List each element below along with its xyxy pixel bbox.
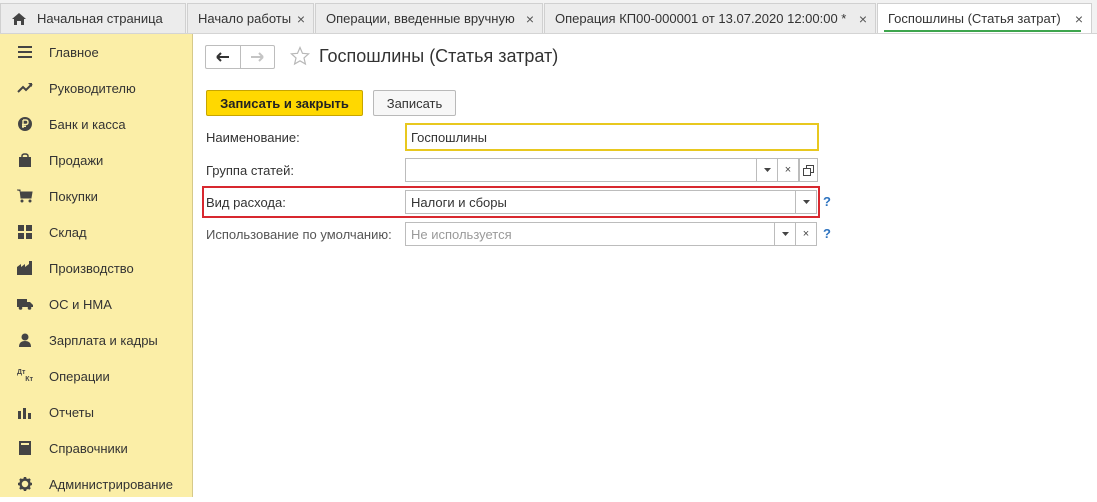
close-icon[interactable]: × (859, 11, 867, 27)
close-icon[interactable]: × (526, 11, 534, 27)
forward-button[interactable] (239, 46, 275, 68)
group-label: Группа статей: (206, 163, 294, 178)
close-icon[interactable]: × (297, 11, 305, 27)
sidebar: Главное Руководителю Банк и касса Продаж… (0, 34, 193, 497)
kt-label: Кт (25, 376, 33, 383)
gear-icon (17, 476, 33, 492)
group-clear-button[interactable]: × (778, 158, 799, 182)
sidebar-item-label: Справочники (49, 440, 128, 456)
sidebar-item-label: Банк и касса (49, 116, 126, 132)
home-icon (12, 12, 26, 25)
page-title: Госпошлины (Статья затрат) (319, 46, 559, 66)
history-nav (205, 45, 275, 69)
sidebar-item-label: Покупки (49, 188, 98, 204)
main-content: Госпошлины (Статья затрат) Записать и за… (194, 34, 1097, 497)
expense-type-help-icon[interactable]: ? (823, 194, 831, 209)
bag-icon (17, 152, 33, 168)
chevron-down-icon (802, 200, 810, 204)
truck-icon (17, 296, 33, 312)
arrow-right-icon (251, 52, 264, 62)
trend-icon (17, 80, 33, 96)
sidebar-item-label: Производство (49, 260, 134, 276)
name-label: Наименование: (206, 130, 300, 145)
sidebar-item-reports[interactable]: Отчеты (0, 394, 192, 430)
sidebar-item-label: Отчеты (49, 404, 94, 420)
tab-label: Операция КП00-000001 от 13.07.2020 12:00… (555, 11, 847, 26)
arrow-left-icon (216, 52, 229, 62)
save-button[interactable]: Записать (373, 90, 456, 116)
sidebar-item-label: Руководителю (49, 80, 136, 96)
sidebar-item-warehouse[interactable]: Склад (0, 214, 192, 250)
dt-kt-icon: Дт Кт (17, 368, 33, 384)
back-button[interactable] (206, 46, 240, 68)
grid-icon (17, 224, 33, 240)
person-icon (17, 332, 33, 348)
book-icon (17, 440, 33, 456)
tab-label: Начальная страница (37, 11, 163, 26)
sidebar-item-label: Главное (49, 44, 99, 60)
name-input[interactable]: Госпошлины (405, 123, 819, 151)
sidebar-item-sales[interactable]: Продажи (0, 142, 192, 178)
cart-icon (17, 188, 33, 204)
dt-label: Дт (17, 369, 26, 376)
clear-icon: × (802, 228, 810, 240)
sidebar-item-payroll[interactable]: Зарплата и кадры (0, 322, 192, 358)
ruble-icon (17, 116, 33, 132)
tab-bar: Начальная страница Начало работы × Опера… (0, 0, 1097, 34)
sidebar-item-label: Операции (49, 368, 110, 384)
close-icon[interactable]: × (1075, 11, 1083, 27)
save-and-close-button[interactable]: Записать и закрыть (206, 90, 363, 116)
sidebar-item-fixed-assets[interactable]: ОС и НМА (0, 286, 192, 322)
open-form-icon (803, 164, 814, 176)
expense-type-select[interactable]: Налоги и сборы (405, 190, 796, 214)
default-usage-label: Использование по умолчанию: (206, 227, 392, 242)
sidebar-item-directories[interactable]: Справочники (0, 430, 192, 466)
factory-icon (17, 260, 33, 276)
default-usage-help-icon[interactable]: ? (823, 226, 831, 241)
tab-manual-operations[interactable]: Операции, введенные вручную × (315, 3, 543, 33)
favorite-star-icon[interactable] (290, 46, 310, 66)
sidebar-item-production[interactable]: Производство (0, 250, 192, 286)
default-usage-dropdown-button[interactable] (775, 222, 796, 246)
default-usage-select[interactable]: Не используется (405, 222, 775, 246)
clear-icon: × (784, 164, 792, 176)
bar-chart-icon (17, 404, 33, 420)
sidebar-item-operations[interactable]: Дт Кт Операции (0, 358, 192, 394)
group-dropdown-button[interactable] (757, 158, 778, 182)
tab-label: Госпошлины (Статья затрат) (888, 11, 1061, 26)
default-usage-clear-button[interactable]: × (796, 222, 817, 246)
expense-type-dropdown-button[interactable] (796, 190, 817, 214)
sidebar-item-manager[interactable]: Руководителю (0, 70, 192, 106)
sidebar-item-main[interactable]: Главное (0, 34, 192, 70)
default-usage-placeholder: Не используется (411, 226, 512, 242)
tab-start[interactable]: Начало работы × (187, 3, 314, 33)
tab-operation[interactable]: Операция КП00-000001 от 13.07.2020 12:00… (544, 3, 876, 33)
sidebar-item-label: Зарплата и кадры (49, 332, 158, 348)
sidebar-item-bank[interactable]: Банк и касса (0, 106, 192, 142)
sidebar-item-label: Продажи (49, 152, 104, 168)
menu-icon (17, 44, 33, 60)
sidebar-item-label: Администрирование (49, 476, 173, 492)
sidebar-item-label: ОС и НМА (49, 296, 112, 312)
chevron-down-icon (763, 168, 771, 172)
tab-label: Начало работы (198, 11, 291, 26)
group-input[interactable] (405, 158, 757, 182)
sidebar-item-purchases[interactable]: Покупки (0, 178, 192, 214)
name-value: Госпошлины (411, 129, 487, 145)
group-open-button[interactable] (799, 158, 818, 182)
tab-label: Операции, введенные вручную (326, 11, 515, 26)
sidebar-item-label: Склад (49, 224, 87, 240)
tab-home[interactable]: Начальная страница (0, 3, 186, 33)
expense-type-value: Налоги и сборы (411, 194, 507, 210)
expense-type-label: Вид расхода: (206, 195, 286, 210)
chevron-down-icon (781, 232, 789, 236)
tab-expense-item[interactable]: Госпошлины (Статья затрат) × (877, 3, 1092, 33)
